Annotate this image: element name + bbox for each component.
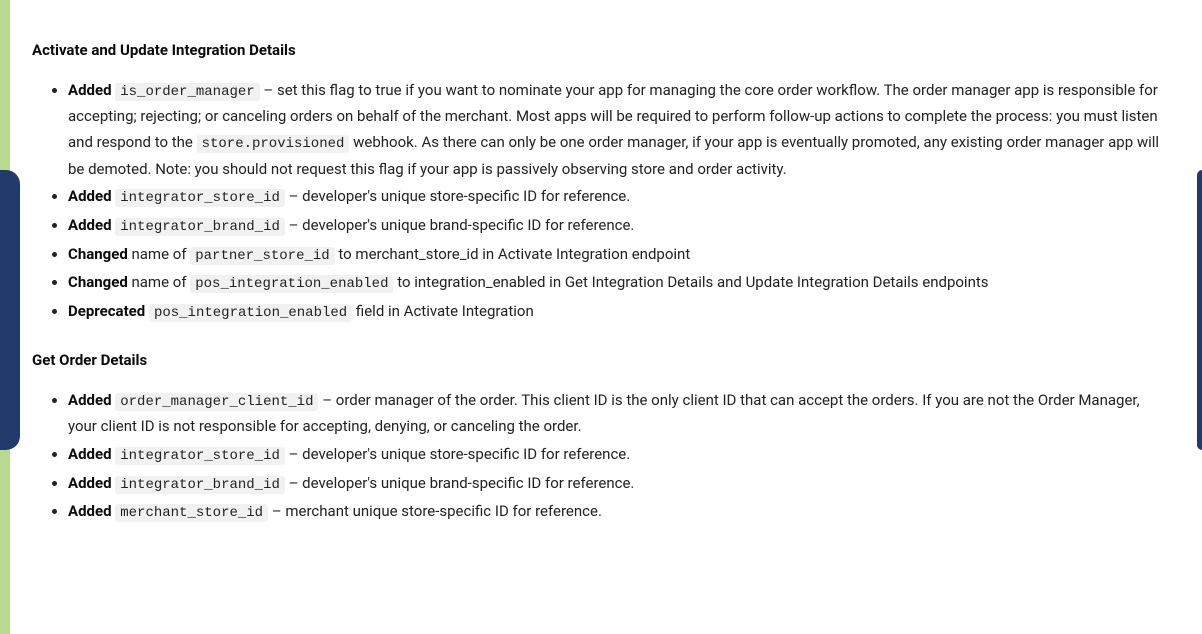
change-tag: Added <box>68 391 112 409</box>
change-list: Added order_manager_client_id – order ma… <box>32 388 1170 527</box>
field-name: pos_integration_enabled <box>149 304 352 322</box>
change-pre: name of <box>128 245 190 263</box>
list-item: Added order_manager_client_id – order ma… <box>68 388 1170 440</box>
field-name: is_order_manager <box>115 83 259 101</box>
section-title: Get Order Details <box>32 348 1170 374</box>
list-item: Changed name of pos_integration_enabled … <box>68 270 1170 297</box>
change-desc: – developer's unique brand-specific ID f… <box>285 216 635 234</box>
list-item: Added integrator_store_id – developer's … <box>68 442 1170 469</box>
list-item: Added integrator_store_id – developer's … <box>68 184 1170 211</box>
list-item: Added is_order_manager – set this flag t… <box>68 78 1170 183</box>
right-scrollbar-handle[interactable] <box>1197 170 1202 450</box>
field-name: store.provisioned <box>197 135 350 153</box>
field-name: integrator_store_id <box>115 189 285 207</box>
change-desc: field in Activate Integration <box>352 302 534 320</box>
change-tag: Changed <box>68 245 128 263</box>
change-pre: name of <box>128 273 190 291</box>
field-name: pos_integration_enabled <box>190 275 393 293</box>
field-name: integrator_store_id <box>115 447 285 465</box>
change-tag: Added <box>68 81 112 99</box>
list-item: Added integrator_brand_id – developer's … <box>68 213 1170 240</box>
changelog-content: Activate and Update Integration Details … <box>0 0 1202 568</box>
list-item: Added integrator_brand_id – developer's … <box>68 471 1170 498</box>
list-item: Changed name of partner_store_id to merc… <box>68 242 1170 269</box>
left-scrollbar-handle[interactable] <box>0 170 20 450</box>
change-desc: to integration_enabled in Get Integratio… <box>393 273 988 291</box>
field-name: partner_store_id <box>190 247 334 265</box>
change-tag: Changed <box>68 273 128 291</box>
change-tag: Added <box>68 187 112 205</box>
change-tag: Deprecated <box>68 302 145 320</box>
change-desc: to merchant_store_id in Activate Integra… <box>335 245 691 263</box>
change-tag: Added <box>68 474 112 492</box>
change-list: Added is_order_manager – set this flag t… <box>32 78 1170 327</box>
field-name: order_manager_client_id <box>115 393 318 411</box>
change-tag: Added <box>68 216 112 234</box>
section-title: Activate and Update Integration Details <box>32 38 1170 64</box>
change-desc: – developer's unique brand-specific ID f… <box>285 474 635 492</box>
change-tag: Added <box>68 502 112 520</box>
field-name: integrator_brand_id <box>115 218 285 236</box>
change-desc: – developer's unique store-specific ID f… <box>285 187 630 205</box>
change-desc: – developer's unique store-specific ID f… <box>285 445 630 463</box>
list-item: Deprecated pos_integration_enabled field… <box>68 299 1170 326</box>
field-name: merchant_store_id <box>115 504 268 522</box>
change-desc: – merchant unique store-specific ID for … <box>268 502 602 520</box>
field-name: integrator_brand_id <box>115 476 285 494</box>
list-item: Added merchant_store_id – merchant uniqu… <box>68 499 1170 526</box>
change-tag: Added <box>68 445 112 463</box>
